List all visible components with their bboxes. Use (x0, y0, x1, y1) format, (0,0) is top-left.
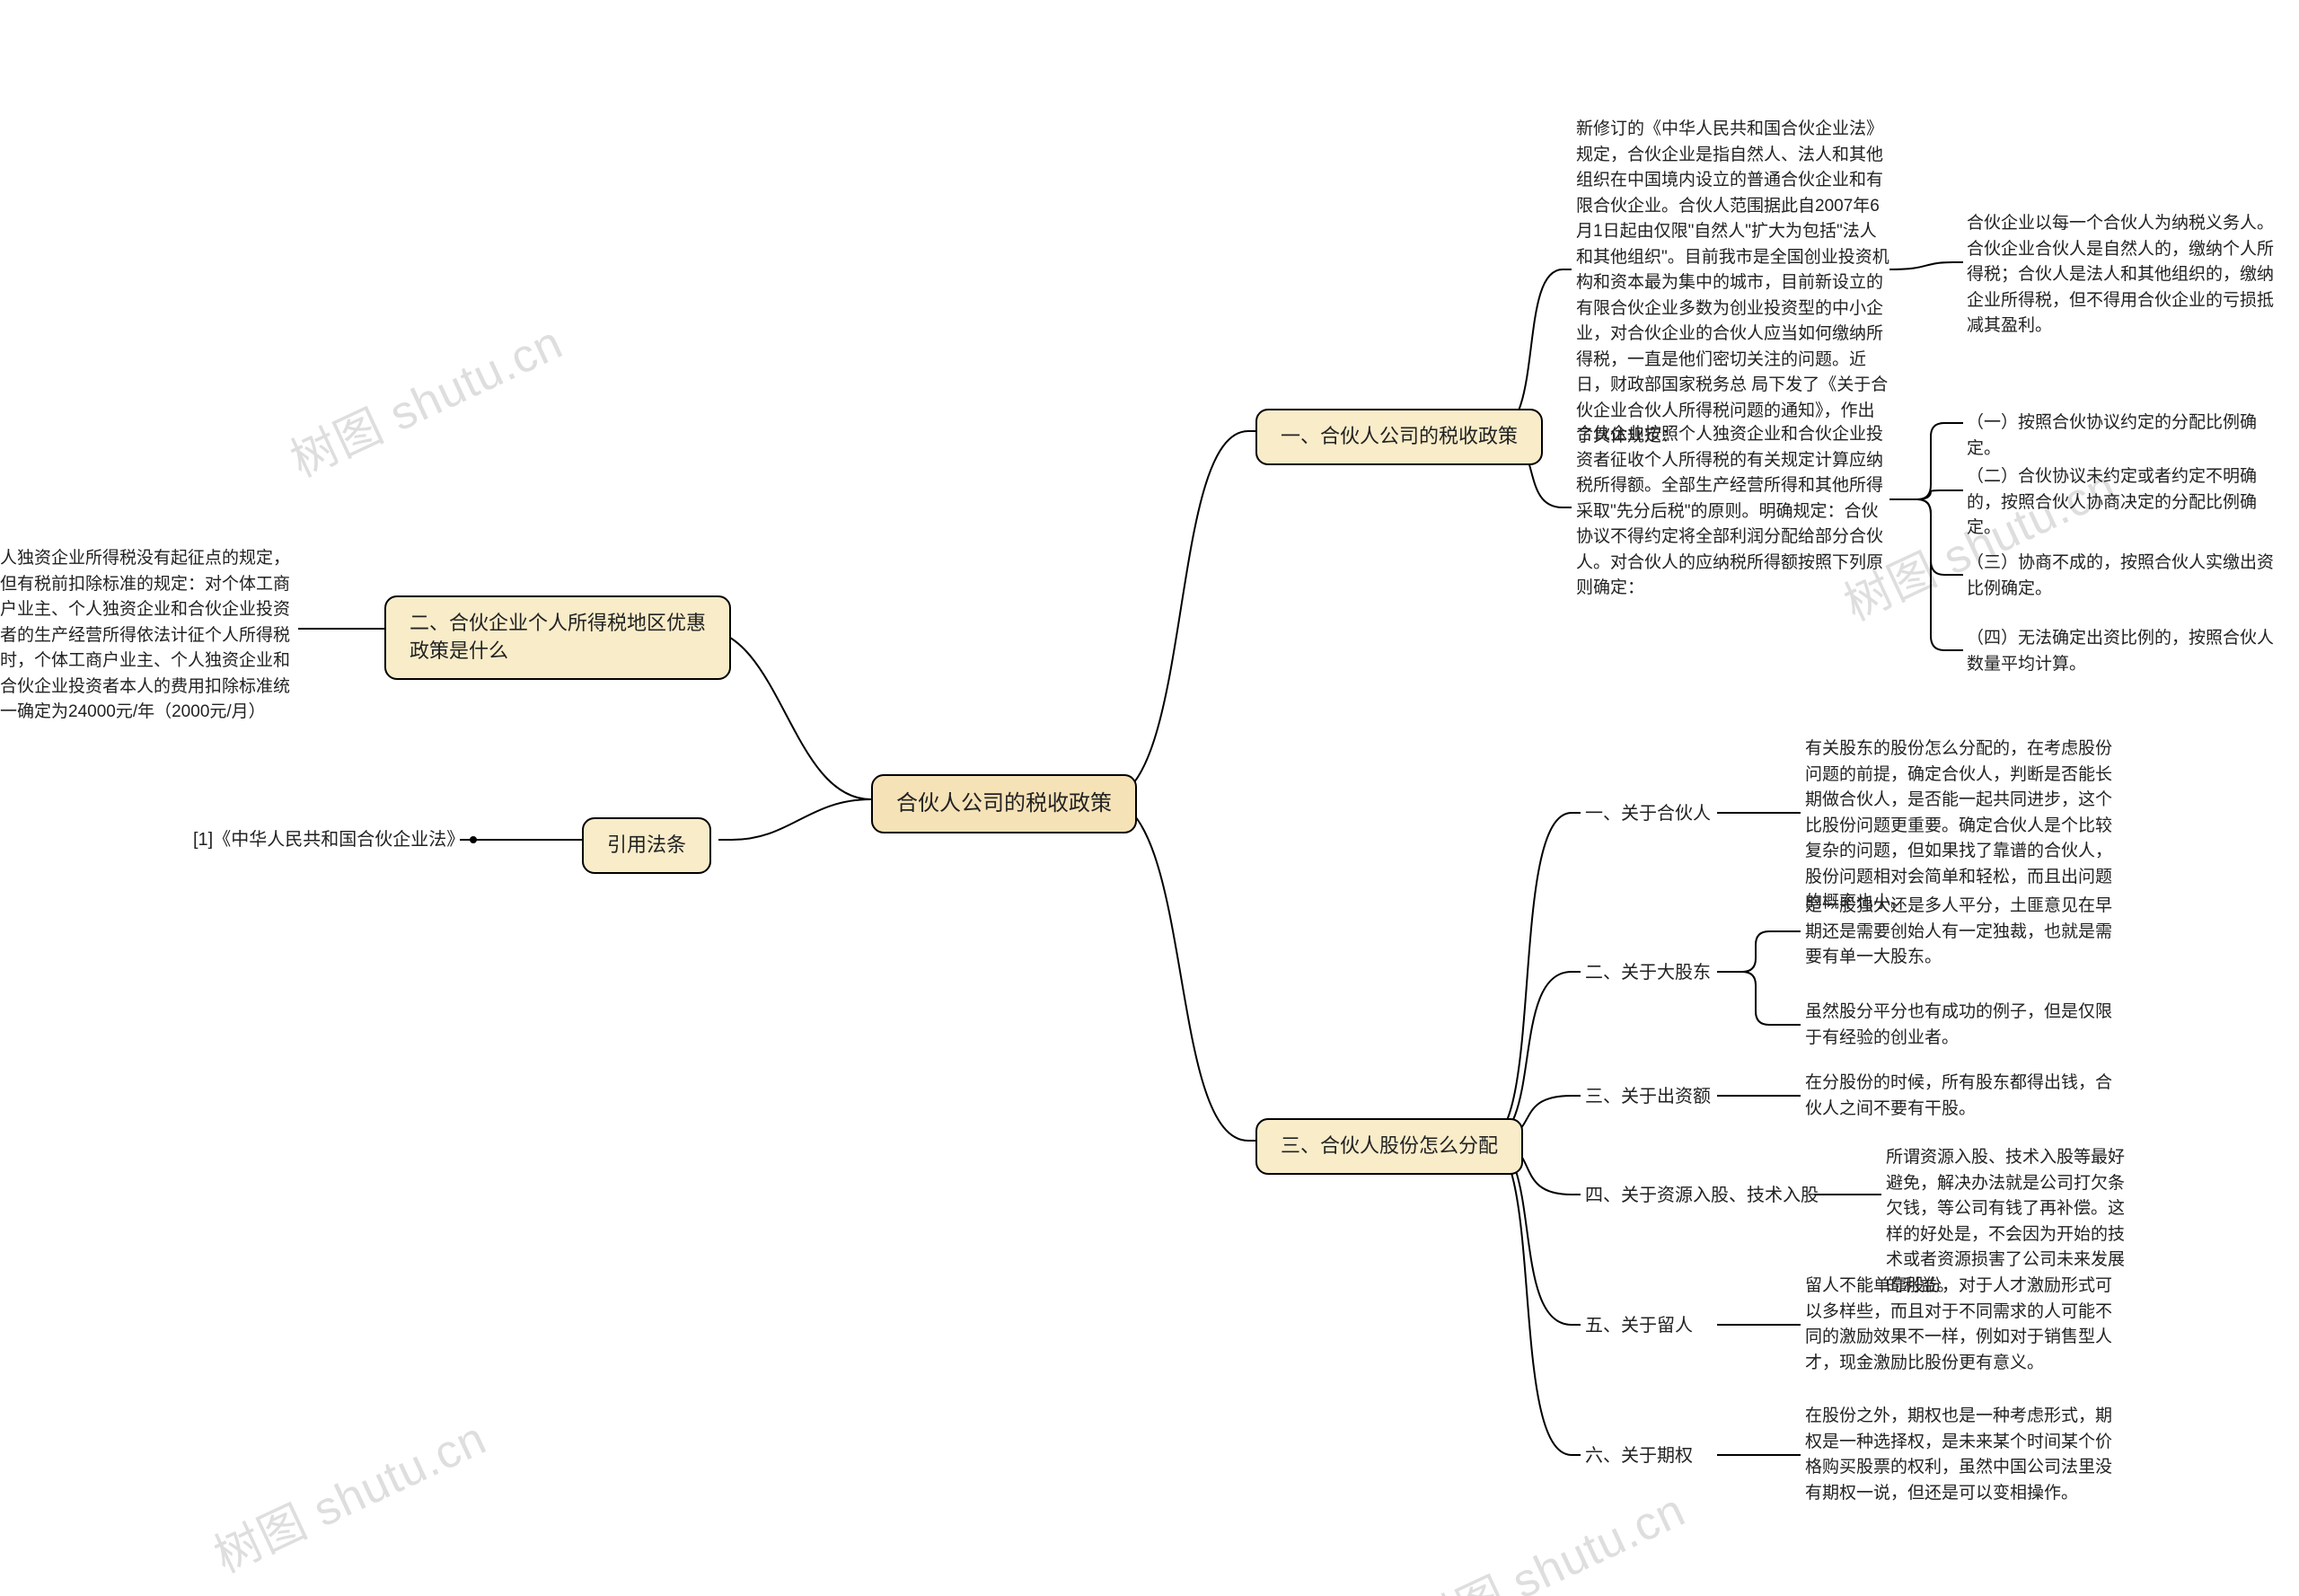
branch-2[interactable]: 二、合伙企业个人所得税地区优惠 政策是什么 (384, 595, 731, 680)
connector-dot-icon (470, 836, 477, 843)
sub-5-text: 留人不能单靠股份，对于人才激励形式可以多样些，而且对于不同需求的人可能不同的激励… (1805, 1274, 2119, 1376)
sub-6-title: 六、关于期权 (1585, 1444, 1693, 1468)
branch-3-title: 三、合伙人股份怎么分配 (1281, 1134, 1498, 1157)
branch-ref-text: [1]《中华人民共和国合伙企业法》 (193, 828, 484, 852)
branch-1-title: 一、合伙人公司的税收政策 (1281, 425, 1518, 447)
branch-3[interactable]: 三、合伙人股份怎么分配 (1255, 1118, 1523, 1175)
branch-2-title: 二、合伙企业个人所得税地区优惠 (410, 612, 706, 634)
branch-ref[interactable]: 引用法条 (582, 817, 711, 874)
branch-1[interactable]: 一、合伙人公司的税收政策 (1255, 409, 1543, 465)
sub-3-text: 在分股份的时候，所有股东都得出钱，合伙人之间不要有干股。 (1805, 1071, 2119, 1122)
watermark: 树图 shutu.cn (1400, 1473, 1694, 1596)
sub-2-t2: 虽然股分平分也有成功的例子，但是仅限于有经验的创业者。 (1805, 1000, 2119, 1051)
branch-1-l1: （一）按照合伙协议约定的分配比例确定。 (1967, 410, 2290, 462)
branch-ref-title: 引用法条 (607, 833, 686, 856)
root-title: 合伙人公司的税收政策 (896, 791, 1112, 816)
sub-4-title: 四、关于资源入股、技术入股 (1585, 1184, 1819, 1208)
branch-1-p1a: 合伙企业以每一个合伙人为纳税义务人。合伙企业合伙人是自然人的，缴纳个人所得税；合… (1967, 211, 2277, 339)
sub-2-t1: 是一股独大还是多人平分，土匪意见在早期还是需要创始人有一定独裁，也就是需要有单一… (1805, 894, 2119, 971)
branch-1-p2: 合伙企业按照个人独资企业和合伙企业投资者征收个人所得税的有关规定计算应纳税所得额… (1576, 422, 1890, 602)
sub-2-title: 二、关于大股东 (1585, 961, 1711, 985)
sub-6-text: 在股份之外，期权也是一种考虑形式，期权是一种选择权，是未来某个时间某个价格购买股… (1805, 1404, 2119, 1506)
sub-1-text: 有关股东的股份怎么分配的，在考虑股份问题的前提，确定合伙人，判断是否能长期做合伙… (1805, 736, 2119, 916)
sub-1-title: 一、关于合伙人 (1585, 802, 1711, 826)
sub-5-title: 五、关于留人 (1585, 1314, 1693, 1338)
branch-2-subtitle: 政策是什么 (410, 639, 508, 662)
root-node[interactable]: 合伙人公司的税收政策 (871, 774, 1137, 833)
branch-1-l4: （四）无法确定出资比例的，按照合伙人数量平均计算。 (1967, 626, 2290, 677)
mindmap-canvas: 树图 shutu.cn 树图 shutu.cn 树图 shutu.cn 树图 s… (0, 0, 2299, 1596)
branch-1-l3: （三）协商不成的，按照合伙人实缴出资比例确定。 (1967, 551, 2290, 602)
branch-2-text: 人独资企业所得税没有起征点的规定，但有税前扣除标准的规定：对个体工商户业主、个人… (0, 546, 301, 726)
branch-1-p1: 新修订的《中华人民共和国合伙企业法》规定，合伙企业是指自然人、法人和其他组织在中… (1576, 117, 1890, 450)
sub-3-title: 三、关于出资额 (1585, 1085, 1711, 1109)
watermark: 树图 shutu.cn (201, 1401, 495, 1586)
branch-1-l2: （二）合伙协议未约定或者约定不明确的，按照合伙人协商决定的分配比例确定。 (1967, 464, 2290, 542)
watermark: 树图 shutu.cn (277, 305, 571, 490)
